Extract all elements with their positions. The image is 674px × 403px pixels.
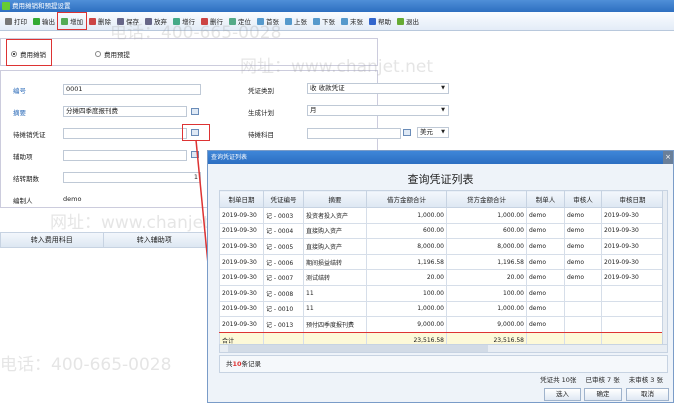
table-cell: 100.00 [446,284,527,302]
table-cell: 期间损益结转 [303,253,367,271]
vertical-scrollbar[interactable] [662,190,668,351]
table-cell: demo [526,222,565,240]
select-button[interactable]: 选入 [544,388,581,401]
table-cell: demo [526,284,565,302]
table-cell: 2019-09-30 [219,222,264,240]
column-header[interactable]: 制单人 [526,190,565,208]
table-cell: 直接购入资产 [303,238,367,255]
table-cell: 记 - 0010 [263,300,304,318]
table-cell: 记 - 0006 [263,253,304,271]
table-cell: 1,196.58 [366,253,447,271]
table-cell [601,300,664,318]
column-header[interactable]: 借方金额合计 [366,190,447,208]
table-cell: 2019-09-30 [219,238,264,255]
table-row[interactable]: 2019-09-30 记 - 0010 11 1,000.00 1,000.00 demo [219,300,664,318]
table-cell: demo [564,238,602,255]
query-voucher-dialog: 查询凭证列表 × 查询凭证列表 制单日期 凭证编号 摘要 借方金额合计 贷方金额合计 制单… [207,150,674,403]
table-cell: demo [526,253,565,271]
table-cell [601,284,664,302]
table-cell: demo [564,269,602,286]
table-cell: demo [526,207,565,224]
table-row[interactable]: 2019-09-30 记 - 0004 直接购入资产 600.00 600.00 demo… [219,222,664,240]
table-cell: demo [526,269,565,286]
dialog-status-bar: 共10条记录 凭证共 10张 已审核 7 张 未审核 3 张 [219,355,668,384]
table-row[interactable]: 2019-09-30 记 - 0013 预付四季度报刊费 9,000.00 9,000.… [219,316,664,333]
scrollbar-thumb[interactable] [228,345,488,352]
table-cell: 2019-09-30 [601,269,664,286]
table-cell: 2019-09-30 [219,269,264,286]
table-cell [564,316,602,333]
table-cell: 1,000.00 [366,207,447,224]
table-cell: 600.00 [366,222,447,240]
table-cell: 1,000.00 [446,300,527,318]
table-cell: 投资者投入资产 [303,207,367,224]
table-cell: 8,000.00 [366,238,447,255]
dialog-title: 查询凭证列表 [211,154,248,161]
table-cell: demo [526,316,565,333]
table-cell: 记 - 0005 [263,238,304,255]
table-cell: 直接购入资产 [303,222,367,240]
table-row[interactable]: 2019-09-30 记 - 0008 11 100.00 100.00 demo [219,284,664,302]
table-cell: 记 - 0008 [263,284,304,302]
table-cell: 2019-09-30 [219,316,264,333]
table-cell [564,284,602,302]
horizontal-scrollbar[interactable] [219,344,668,353]
table-cell: demo [564,253,602,271]
table-cell: 2019-09-30 [601,238,664,255]
table-cell: demo [564,222,602,240]
dialog-title-bar: 查询凭证列表 [208,151,673,164]
table-cell: demo [564,207,602,224]
dialog-heading: 查询凭证列表 [407,173,474,186]
column-header[interactable]: 制单日期 [219,190,264,208]
table-cell: 记 - 0007 [263,269,304,286]
table-row[interactable]: 2019-09-30 记 - 0005 直接购入资产 8,000.00 8,000.00… [219,238,664,255]
table-cell [564,300,602,318]
table-cell: 9,000.00 [366,316,447,333]
audited-count: 已审核 7 张 [585,376,620,384]
table-cell: 1,196.58 [446,253,527,271]
column-header[interactable]: 贷方金额合计 [446,190,527,208]
column-header[interactable]: 摘要 [303,190,367,208]
unaudited-count: 未审核 3 张 [628,376,663,384]
table-cell: 1,000.00 [366,300,447,318]
table-cell: 2019-09-30 [601,222,664,240]
records-count: 10 [232,360,242,368]
table-cell: 11 [303,284,367,302]
column-header[interactable]: 凭证编号 [263,190,304,208]
table-row[interactable]: 2019-09-30 记 - 0006 期间损益结转 1,196.58 1,196.58… [219,253,664,271]
table-cell: 记 - 0004 [263,222,304,240]
table-cell: 2019-09-30 [601,207,664,224]
table-cell: 9,000.00 [446,316,527,333]
table-cell: 20.00 [446,269,527,286]
table-cell: 8,000.00 [446,238,527,255]
table-cell: 2019-09-30 [219,253,264,271]
table-cell: 600.00 [446,222,527,240]
table-cell: 1,000.00 [446,207,527,224]
table-cell: 100.00 [366,284,447,302]
column-header[interactable]: 审核人 [564,190,602,208]
table-cell: demo [526,300,565,318]
table-cell: 2019-09-30 [219,284,264,302]
table-cell: 测试结转 [303,269,367,286]
close-button[interactable]: × [663,151,673,164]
table-cell: 2019-09-30 [219,207,264,224]
table-cell: 20.00 [366,269,447,286]
table-cell: 11 [303,300,367,318]
table-cell: 预付四季度报刊费 [303,316,367,333]
records-suffix: 条记录 [241,360,262,368]
table-cell [601,316,664,333]
voucher-total: 凭证共 10张 [540,376,577,384]
ok-button[interactable]: 确定 [584,388,622,401]
table-cell: 2019-09-30 [601,253,664,271]
voucher-table: 制单日期 凭证编号 摘要 借方金额合计 贷方金额合计 制单人 审核人 审核日期 2019-09… [219,190,664,349]
table-row[interactable]: 2019-09-30 记 - 0003 投资者投入资产 1,000.00 1,000.0… [219,207,664,224]
cancel-button[interactable]: 取消 [626,388,669,401]
column-header[interactable]: 审核日期 [601,190,664,208]
table-cell: 记 - 0003 [263,207,304,224]
table-cell: 2019-09-30 [219,300,264,318]
table-cell: demo [526,238,565,255]
table-row[interactable]: 2019-09-30 记 - 0007 测试结转 20.00 20.00 demo demo… [219,269,664,286]
table-cell: 记 - 0013 [263,316,304,333]
